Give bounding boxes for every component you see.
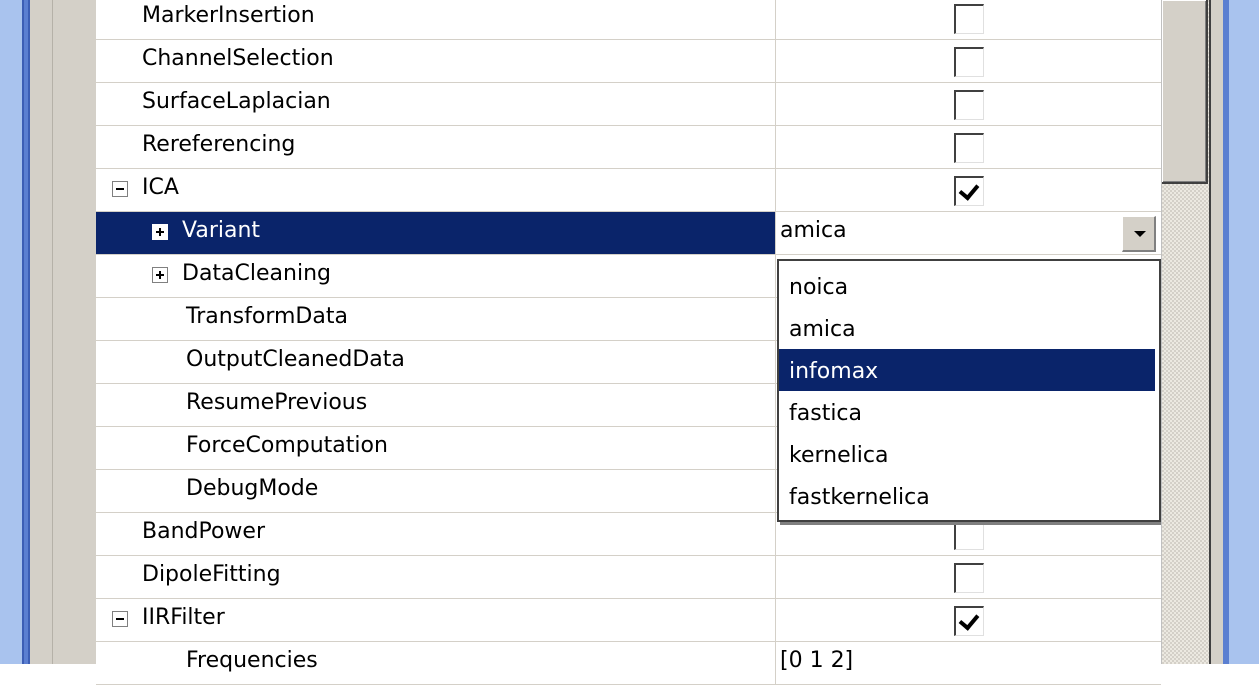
collapse-icon[interactable] (112, 611, 128, 627)
collapse-icon[interactable] (112, 181, 128, 197)
rereferencing-checkbox[interactable] (954, 133, 984, 163)
property-row-variant[interactable]: Variant amica (96, 212, 1161, 255)
dropdown-option[interactable]: amica (779, 307, 1155, 349)
property-label: ResumePrevious (186, 390, 368, 415)
dropdown-arrow-button[interactable] (1122, 216, 1156, 252)
window-frame-left-border (22, 0, 30, 664)
channelselection-checkbox[interactable] (954, 47, 984, 77)
ica-checkbox[interactable] (954, 176, 984, 206)
surfacelaplacian-checkbox[interactable] (954, 90, 984, 120)
iirfilter-checkbox[interactable] (954, 606, 984, 636)
property-row-rereferencing[interactable]: Rereferencing (96, 126, 1161, 169)
property-row-markerinsertion[interactable]: MarkerInsertion (96, 0, 1161, 40)
dipolefitting-checkbox[interactable] (954, 563, 984, 593)
variant-dropdown-value[interactable]: amica (780, 218, 847, 243)
property-label: DataCleaning (182, 261, 331, 286)
property-grid-gutter (53, 0, 96, 664)
property-label: OutputCleanedData (186, 347, 405, 372)
property-row-surfacelaplacian[interactable]: SurfaceLaplacian (96, 83, 1161, 126)
variant-dropdown-list: noica amica infomax fastica kernelica fa… (777, 259, 1161, 522)
dropdown-option[interactable]: fastica (779, 391, 1155, 433)
panel-border-right (1209, 0, 1223, 664)
markerinsertion-checkbox[interactable] (954, 4, 984, 34)
vertical-scrollbar-thumb[interactable] (1162, 0, 1208, 184)
property-row-channelselection[interactable]: ChannelSelection (96, 40, 1161, 83)
property-label: DipoleFitting (142, 562, 281, 587)
property-label: Variant (182, 218, 261, 243)
property-label: Frequencies (186, 648, 318, 673)
property-label: ICA (142, 175, 179, 200)
dropdown-option-highlighted[interactable]: infomax (779, 349, 1155, 391)
property-label: MarkerInsertion (142, 3, 315, 28)
expand-icon[interactable] (152, 267, 168, 283)
property-label: SurfaceLaplacian (142, 89, 331, 114)
property-label: BandPower (142, 519, 265, 544)
property-row-dipolefitting[interactable]: DipoleFitting (96, 556, 1161, 599)
property-label: ChannelSelection (142, 46, 334, 71)
dropdown-option[interactable]: kernelica (779, 433, 1155, 475)
property-label: ForceComputation (186, 433, 388, 458)
dropdown-option[interactable]: noica (779, 265, 1155, 307)
property-label: Rereferencing (142, 132, 296, 157)
dropdown-option[interactable]: fastkernelica (779, 475, 1155, 517)
property-label: TransformData (186, 304, 348, 329)
property-label: DebugMode (186, 476, 319, 501)
property-label: IIRFilter (142, 605, 225, 630)
bandpower-checkbox[interactable] (954, 520, 984, 550)
panel-border-left (30, 0, 53, 664)
window-frame-left (0, 0, 22, 664)
window-frame-right (1223, 0, 1259, 664)
expand-icon[interactable] (152, 224, 168, 240)
frequencies-value[interactable]: [0 1 2] (780, 648, 853, 673)
property-row-iirfilter[interactable]: IIRFilter (96, 599, 1161, 642)
property-row-ica[interactable]: ICA (96, 169, 1161, 212)
